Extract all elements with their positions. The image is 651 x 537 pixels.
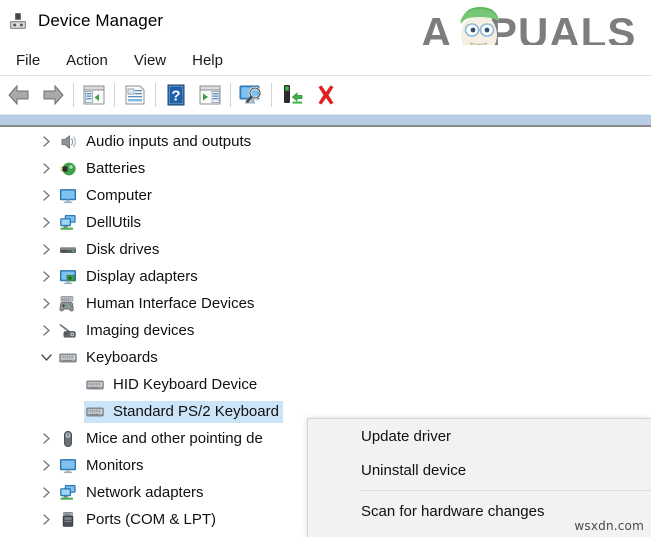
keyboard-icon [84, 374, 106, 396]
chevron-right-icon[interactable] [35, 317, 57, 344]
tree-item-label: Monitors [86, 457, 144, 474]
tree-item-label: Audio inputs and outputs [86, 133, 252, 150]
tree-item-batteries[interactable]: Batteries [0, 155, 651, 182]
tree-item-hid[interactable]: Human Interface Devices [0, 290, 651, 317]
chevron-right-icon[interactable] [35, 479, 57, 506]
monitor-icon [57, 455, 79, 477]
keyboard-icon [84, 401, 106, 423]
chevron-right-icon[interactable] [35, 128, 57, 155]
disk-drive-icon [57, 239, 79, 261]
port-icon [57, 509, 79, 531]
back-button[interactable] [2, 78, 36, 112]
menu-file[interactable]: File [6, 50, 50, 71]
tree-item-imaging-devices[interactable]: Imaging devices [0, 317, 651, 344]
chevron-right-icon[interactable] [35, 290, 57, 317]
ctx-uninstall-device[interactable]: Uninstall device [308, 453, 651, 487]
tree-item-label: Mice and other pointing de [86, 430, 263, 447]
help-button[interactable]: ? [159, 78, 193, 112]
update-driver-toolbar-button[interactable] [193, 78, 227, 112]
chevron-right-icon[interactable] [35, 155, 57, 182]
menu-view[interactable]: View [124, 50, 176, 71]
ctx-separator [361, 490, 651, 491]
chevron-right-icon[interactable] [35, 452, 57, 479]
chevron-down-icon[interactable] [35, 344, 57, 371]
toolbar-separator [114, 83, 115, 107]
properties-button[interactable] [118, 78, 152, 112]
forward-button[interactable] [36, 78, 70, 112]
toolbar: ? [0, 76, 651, 114]
speaker-icon [57, 131, 79, 153]
device-manager-icon [8, 11, 28, 31]
keyboard-icon [57, 347, 79, 369]
chevron-right-icon[interactable] [35, 182, 57, 209]
tree-item-computer[interactable]: Computer [0, 182, 651, 209]
tree-item-keyboards[interactable]: Keyboards [0, 344, 651, 371]
tree-item-label: Display adapters [86, 268, 198, 285]
tree-item-label: Human Interface Devices [86, 295, 255, 312]
tree-item-label: Ports (COM & LPT) [86, 511, 217, 528]
tree-item-disk-drives[interactable]: Disk drives [0, 236, 651, 263]
menu-action[interactable]: Action [56, 50, 118, 71]
uninstall-device-button[interactable] [309, 78, 343, 112]
network-stack-icon [57, 212, 79, 234]
display-adapter-icon [57, 266, 79, 288]
tree-item-dellutils[interactable]: DellUtils [0, 209, 651, 236]
chevron-right-icon[interactable] [35, 506, 57, 533]
tree-item-label: Batteries [86, 160, 146, 177]
network-stack-icon [57, 482, 79, 504]
device-manager-window: Device Manager A PUALS File Action View … [0, 0, 651, 537]
menu-help[interactable]: Help [182, 50, 233, 71]
tree-item-label: HID Keyboard Device [113, 376, 258, 393]
tree-item-hid-keyboard-device[interactable]: HID Keyboard Device [0, 371, 651, 398]
toolbar-separator [155, 83, 156, 107]
tree-item-display-adapters[interactable]: Display adapters [0, 263, 651, 290]
tree-item-label: Network adapters [86, 484, 204, 501]
show-hide-console-tree-button[interactable] [77, 78, 111, 112]
monitor-icon [57, 185, 79, 207]
chevron-right-icon[interactable] [35, 209, 57, 236]
menu-bar: File Action View Help [0, 45, 651, 75]
tree-item-label: Imaging devices [86, 322, 195, 339]
scan-hardware-changes-button[interactable] [234, 78, 268, 112]
content-top-edge [0, 125, 651, 127]
tree-item-label: Computer [86, 187, 152, 204]
tree-item-label: Standard PS/2 Keyboard [113, 403, 279, 420]
site-watermark: wsxdn.com [574, 519, 644, 533]
camera-icon [57, 320, 79, 342]
chevron-right-icon[interactable] [35, 425, 57, 452]
battery-plug-icon [57, 158, 79, 180]
ctx-update-driver[interactable]: Update driver [308, 419, 651, 453]
enable-device-button[interactable] [275, 78, 309, 112]
tree-item-label: Disk drives [86, 241, 160, 258]
svg-text:?: ? [171, 88, 180, 105]
chevron-right-icon[interactable] [35, 263, 57, 290]
toolbar-separator [271, 83, 272, 107]
tree-item-audio[interactable]: Audio inputs and outputs [0, 128, 651, 155]
toolbar-separator [230, 83, 231, 107]
chevron-right-icon[interactable] [35, 236, 57, 263]
tree-item-label: DellUtils [86, 214, 142, 231]
gamepad-icon [57, 293, 79, 315]
mouse-icon [57, 428, 79, 450]
window-title: Device Manager [38, 11, 164, 30]
toolbar-separator [73, 83, 74, 107]
tree-item-label: Keyboards [86, 349, 158, 366]
